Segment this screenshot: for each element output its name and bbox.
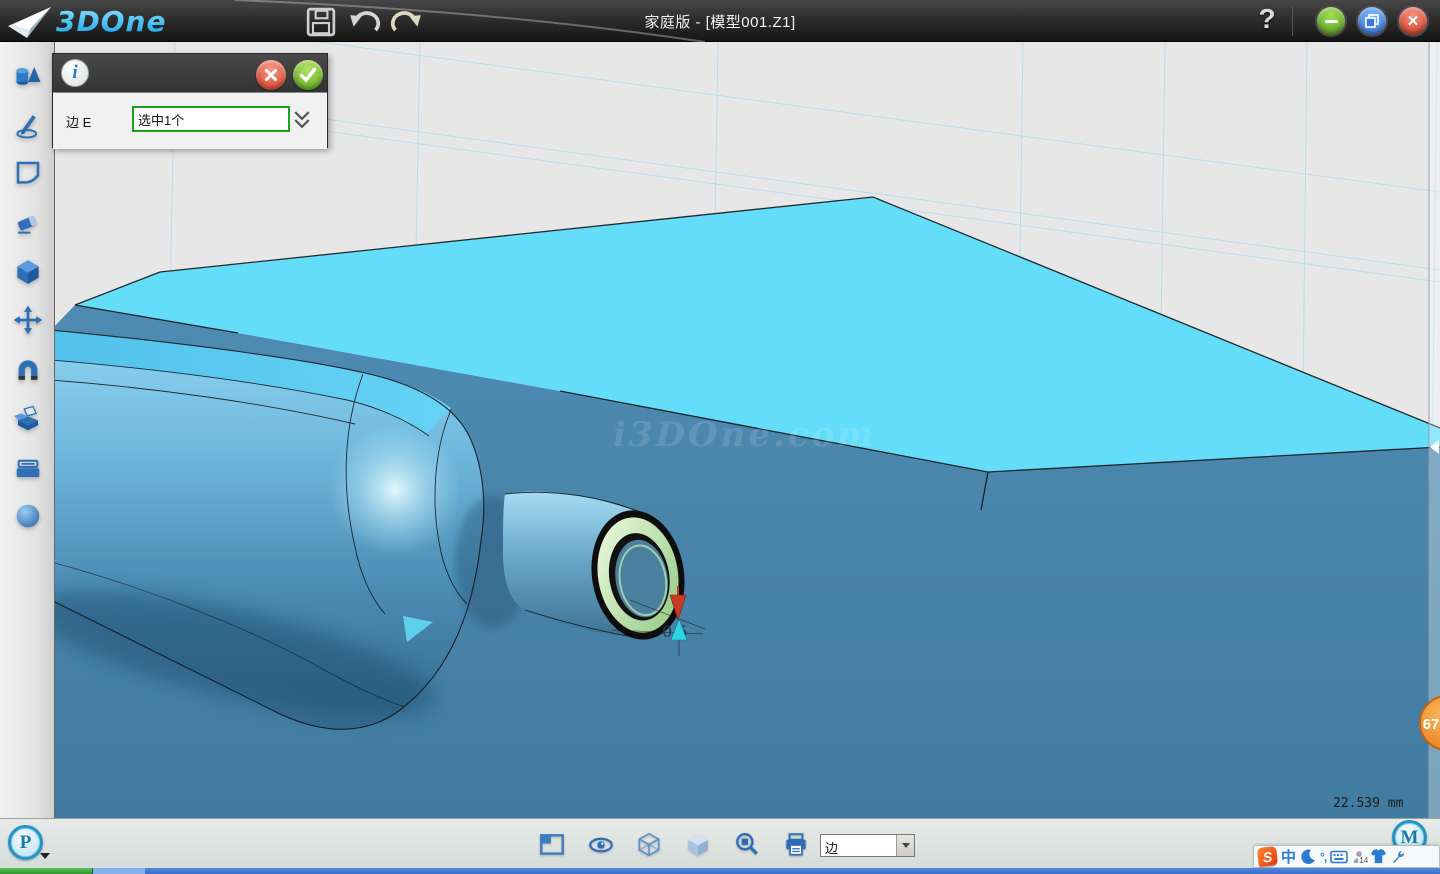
title-bar: 3DOne 家庭版 - [模型001.Z1] ? ✕ [0,0,1440,42]
edge-selection-input[interactable] [132,106,290,132]
viewport-canvas[interactable]: i3DOne.com 0.5 [55,42,1440,818]
double-chevron-down-icon[interactable] [293,109,311,131]
minimize-icon [1325,20,1338,23]
part-menu-arrow-icon[interactable] [40,853,50,859]
help-button[interactable]: ? [1254,3,1280,39]
magnet-icon[interactable] [13,356,43,386]
confirm-button[interactable] [293,60,323,90]
zoom-view-icon[interactable] [732,831,762,859]
minimize-button[interactable] [1317,7,1345,35]
cancel-button[interactable] [256,60,286,90]
print-icon[interactable] [781,831,811,859]
sogou-logo-icon[interactable]: S [1257,846,1278,867]
skin-shirt-icon[interactable] [1370,849,1387,864]
fuzzy-tone-icon[interactable]: °, [1320,850,1326,864]
toolbox-icon[interactable] [13,452,43,482]
cancel-icon [263,67,279,83]
close-button[interactable]: ✕ [1399,7,1427,35]
selection-dialog: i 边 E [52,53,328,148]
restore-icon [1365,14,1379,28]
user-icon[interactable]: 14 [1352,850,1366,864]
material-sphere-icon[interactable] [13,501,43,531]
taskbar-highlight [93,868,145,874]
wrench-icon[interactable] [1391,849,1406,864]
user-count-badge: 14 [1358,857,1369,865]
part-navigation-badge[interactable]: P [8,825,43,860]
moon-icon[interactable] [1300,849,1316,865]
titlebar-separator [1292,6,1293,36]
bottom-bar: P 边 M [0,818,1440,868]
info-icon: i [61,59,89,87]
dimension-readout: 22.539 mm [1333,796,1404,811]
svg-text:67: 67 [1423,716,1440,733]
dialog-title-bar: i [53,54,327,92]
solid-cube-icon[interactable] [13,257,43,287]
move-icon[interactable] [13,305,43,335]
sketch-pencil-icon[interactable] [13,110,43,140]
edge-field-label: 边 E [66,112,91,131]
confirm-icon [299,67,317,83]
window-title: 家庭版 - [模型001.Z1] [0,11,1440,32]
primitives-icon[interactable] [13,62,43,92]
close-icon: ✕ [1407,14,1420,29]
taskbar-background [145,868,1440,874]
visibility-eye-icon[interactable] [586,831,616,859]
plane-view-icon[interactable] [537,831,567,859]
watermark: i3DOne.com [613,415,876,455]
restore-button[interactable] [1358,7,1386,35]
unfold-box-icon[interactable] [13,404,43,434]
dropdown-arrow-icon[interactable] [896,835,914,856]
view-mode-value: 边 [821,835,896,856]
left-toolbar [0,42,55,818]
shaded-cube-icon[interactable] [683,831,713,859]
sketch-plane-icon[interactable] [13,158,43,188]
wireframe-cube-icon[interactable] [634,831,664,859]
eraser-icon[interactable] [13,207,43,237]
dialog-body: 边 E [53,92,327,149]
taskbar-app-button[interactable] [0,868,93,874]
view-mode-selector[interactable]: 边 [820,834,915,857]
ime-toolbar: S 中 °, 14 [1253,845,1440,868]
ime-lang-toggle[interactable]: 中 [1281,846,1296,867]
os-taskbar [0,868,1440,874]
soft-keyboard-icon[interactable] [1330,850,1348,864]
